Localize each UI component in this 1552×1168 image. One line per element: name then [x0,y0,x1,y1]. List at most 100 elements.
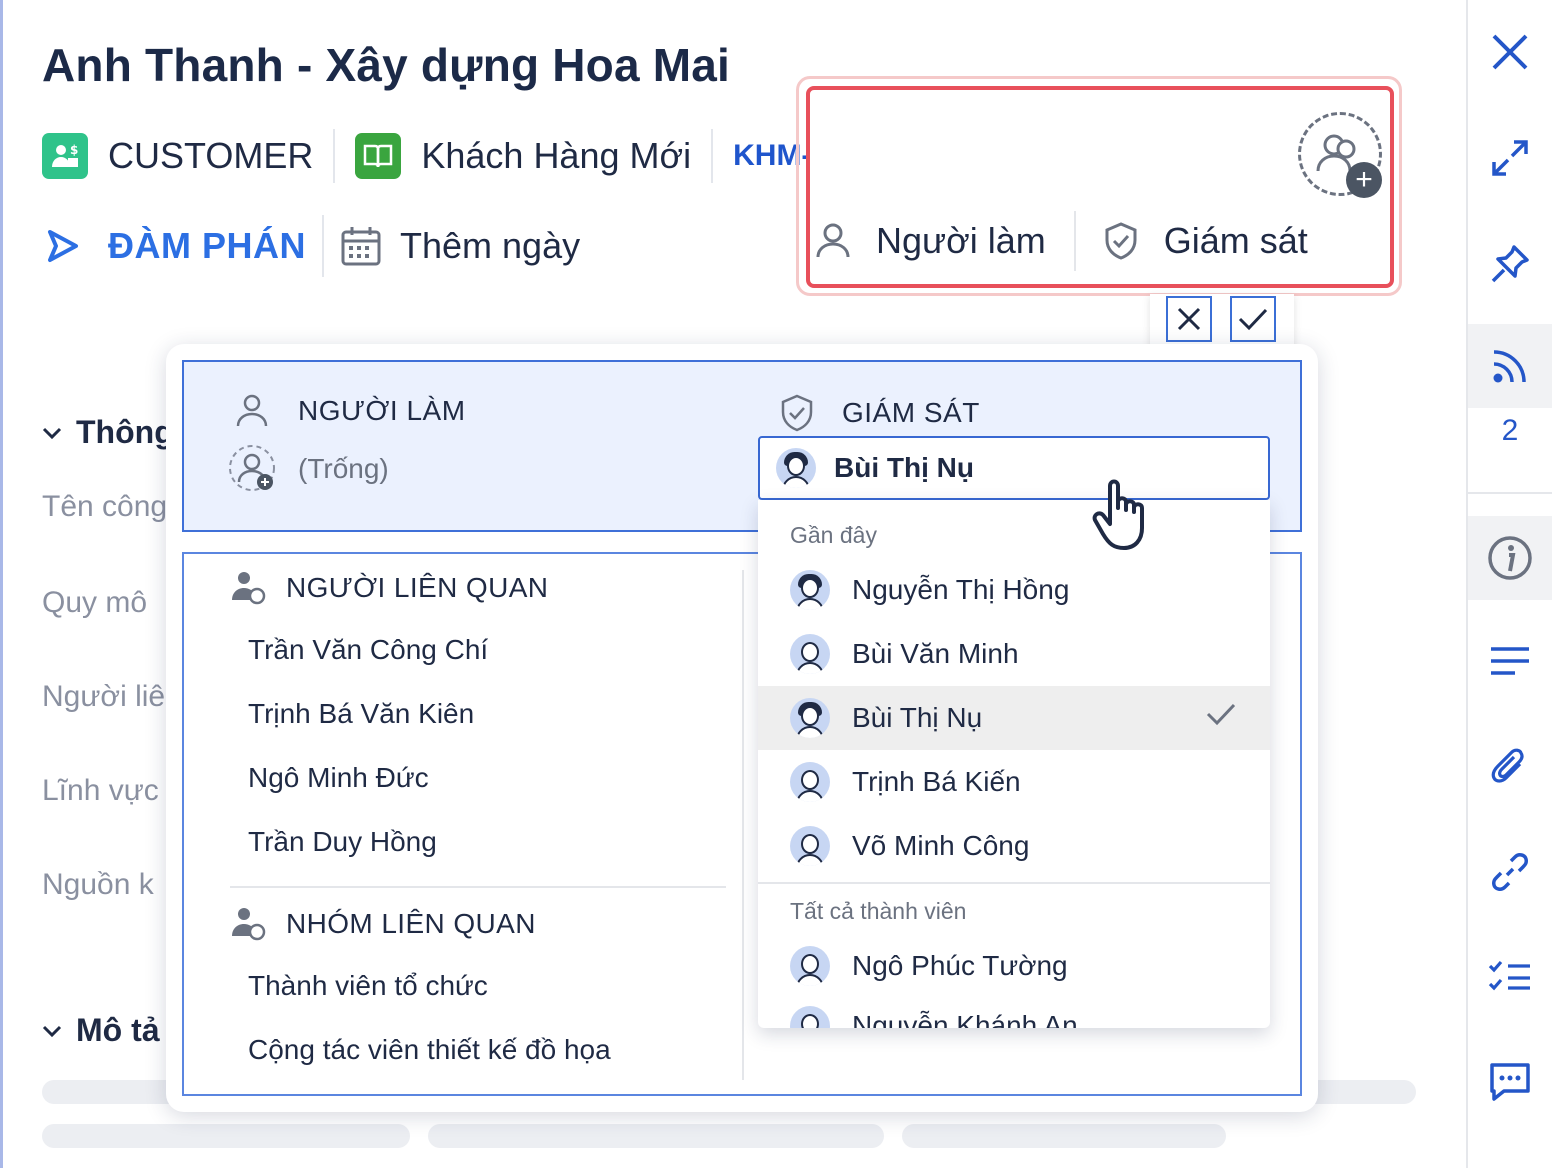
stage-button[interactable]: ĐÀM PHÁN [42,225,306,267]
section-desc-header[interactable]: Mô tả [42,1012,160,1049]
link-button[interactable] [1468,834,1552,910]
related-people-label: NGƯỜI LIÊN QUAN [286,572,549,603]
type-label: CUSTOMER [108,135,314,176]
play-icon [48,230,78,262]
supervisor-label: Giám sát [1163,220,1308,261]
form-label: Người liê [42,680,166,713]
dropdown-option[interactable]: Bùi Văn Minh [758,622,1270,686]
option-name: Bùi Văn Minh [852,638,1019,669]
section-info-label: Thông [76,414,174,450]
avatar [790,946,830,986]
close-button[interactable] [1468,14,1552,90]
dropdown-option[interactable]: Ngô Phúc Tường [758,934,1270,998]
link-icon [1492,853,1528,891]
expand-button[interactable] [1468,120,1552,196]
divider [333,129,336,183]
dropdown-option[interactable]: Nguyễn Khánh An [758,994,1270,1028]
confirm-button[interactable] [1230,296,1276,342]
attachment-button[interactable] [1468,730,1552,806]
divider [322,215,324,277]
book-icon [355,133,402,179]
doer-empty-label: (Trống) [298,453,389,484]
avatar [790,1006,830,1028]
skeleton-line [42,1124,410,1148]
pin-icon [1491,245,1529,283]
checklist-icon [1488,960,1530,991]
customer-icon: $ [42,133,88,179]
svg-text:$: $ [70,143,78,157]
supervisor-header-label: GIÁM SÁT [842,397,980,428]
doer-header-label: NGƯỜI LÀM [298,395,466,426]
form-label: Tên công [42,490,168,523]
divider [711,129,714,183]
related-person[interactable]: Ngô Minh Đức [248,762,429,794]
related-groups-header: NHÓM LIÊN QUAN [230,906,536,942]
check-icon [1238,308,1268,331]
check-icon [1206,703,1236,726]
supervisor-select[interactable]: Bùi Thị Nụ [758,436,1270,500]
avatar [790,762,830,802]
related-group[interactable]: Cộng tác viên thiết kế đồ họa [248,1034,611,1066]
people-icon [232,572,266,605]
option-name: Võ Minh Công [852,830,1030,861]
cancel-button[interactable] [1166,296,1212,342]
feed-count: 2 [1501,414,1519,447]
category-label: Khách Hàng Mới [421,135,692,176]
avatar [790,634,830,674]
related-groups-label: NHÓM LIÊN QUAN [286,908,536,939]
chevron-down-icon [42,1025,62,1037]
dropdown-option[interactable]: Nguyễn Thị Hồng [758,558,1270,622]
info-icon [1488,536,1532,580]
related-person[interactable]: Trịnh Bá Văn Kiên [248,698,474,730]
doer-label: Người làm [876,220,1046,261]
supervisor-field[interactable]: Giám sát [1104,220,1308,262]
avatar [790,698,830,738]
user-icon [236,394,268,427]
type-chip[interactable]: $ CUSTOMER [42,133,313,179]
description-button[interactable] [1468,624,1552,700]
dropdown-option-selected[interactable]: Bùi Thị Nụ [758,686,1270,750]
all-members-group-label: Tất cả thành viên [790,898,967,924]
skeleton-line [428,1124,884,1148]
left-edge-rule [0,0,3,1168]
form-label: Nguồn k [42,868,154,901]
divider [1468,492,1552,494]
add-user-icon [229,445,275,491]
supervisor-selected-name: Bùi Thị Nụ [834,452,974,483]
stage-row: ĐÀM PHÁN Thêm ngày [42,215,580,277]
category-chip[interactable]: Khách Hàng Mới [355,133,691,179]
related-group[interactable]: Thành viên tổ chức [248,970,488,1002]
pin-button[interactable] [1468,226,1552,302]
group-icon [232,908,266,941]
related-people-header: NGƯỜI LIÊN QUAN [230,570,548,606]
divider [742,570,744,1080]
avatar [776,448,816,488]
avatar [790,570,830,610]
page-title: Anh Thanh - Xây dựng Hoa Mai [42,39,731,91]
text-lines-icon [1491,647,1529,675]
doer-empty-value[interactable]: (Trống) [228,444,389,494]
section-info-header[interactable]: Thông [42,414,174,451]
user-icon [816,223,850,258]
checklist-button[interactable] [1468,938,1552,1014]
feed-button[interactable] [1468,324,1552,408]
add-date-button[interactable]: Thêm ngày [340,225,580,267]
option-name: Bùi Thị Nụ [852,702,983,733]
calendar-icon [341,227,381,266]
shield-check-icon [781,394,813,432]
doer-field[interactable]: Người làm [816,220,1046,262]
related-person[interactable]: Trần Duy Hồng [248,826,437,858]
comment-button[interactable] [1468,1044,1552,1120]
dropdown-option[interactable]: Trịnh Bá Kiến [758,750,1270,814]
form-label: Lĩnh vực [42,774,159,807]
related-person[interactable]: Trần Văn Công Chí [248,634,488,666]
info-button[interactable] [1468,516,1552,600]
section-desc-label: Mô tả [76,1012,160,1048]
divider [1073,211,1076,271]
supervisor-column-header: GIÁM SÁT [780,394,980,432]
rss-icon [1493,350,1526,383]
chevron-down-icon [42,427,62,439]
dropdown-option[interactable]: Võ Minh Công [758,814,1270,878]
member-dropdown[interactable]: Gần đây Nguyễn Thị Hồng Bùi Văn Minh Bùi… [758,500,1270,1028]
shield-check-icon [1105,222,1137,260]
